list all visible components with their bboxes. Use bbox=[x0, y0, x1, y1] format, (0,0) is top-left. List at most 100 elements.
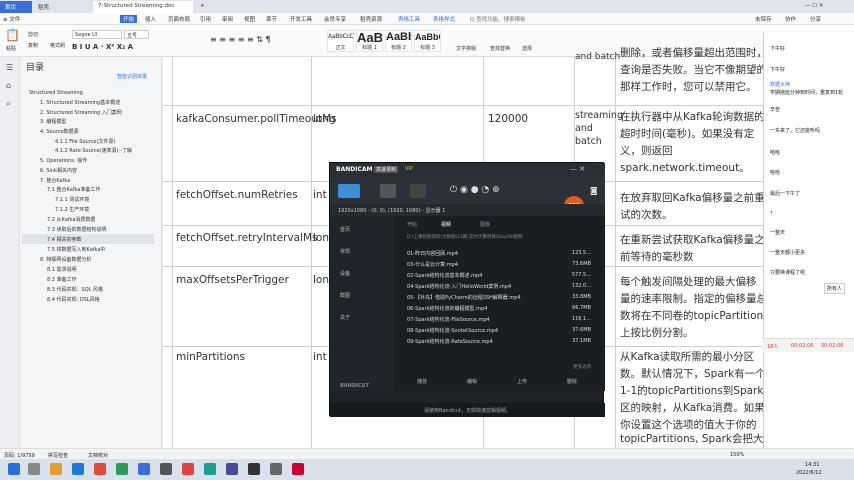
cut-button[interactable]: 剪切 bbox=[28, 31, 38, 38]
menu-table-style[interactable]: 表格样式 bbox=[433, 15, 455, 23]
app-icon[interactable] bbox=[94, 463, 106, 475]
toc-item[interactable]: 8.1 需求说明 bbox=[47, 266, 77, 273]
audio-icons[interactable]: ⏻ ◉ ● ◔ ⊕ bbox=[450, 185, 500, 195]
toc-item[interactable]: 7.1 整合Kafka准备工作 bbox=[47, 186, 100, 193]
text-layout-button[interactable]: 文字排版 bbox=[456, 45, 476, 52]
side-about[interactable]: 关于 bbox=[340, 314, 350, 321]
app-icon[interactable] bbox=[116, 463, 128, 475]
app-icon[interactable] bbox=[204, 463, 216, 475]
app-icon[interactable] bbox=[182, 463, 194, 475]
tab-document[interactable]: 7-Structured Streaming.doc bbox=[93, 1, 193, 13]
tab-image[interactable]: 图像 bbox=[480, 221, 490, 228]
window-controls[interactable]: — ☐ ✕ bbox=[800, 1, 829, 13]
tab-wps[interactable]: 稻壳 bbox=[33, 1, 91, 13]
menu-table-tools[interactable]: 表格工具 bbox=[398, 15, 420, 23]
proofread-button[interactable]: 文档校对 bbox=[88, 452, 108, 459]
bookmark-icon[interactable]: ⌂ bbox=[6, 81, 11, 90]
device-mode-icon[interactable] bbox=[410, 184, 426, 198]
audience-select[interactable]: 所有人 bbox=[824, 283, 846, 294]
side-home[interactable]: 首页 bbox=[340, 226, 350, 233]
camera-icon[interactable]: ◙ bbox=[590, 186, 598, 195]
side-general[interactable]: 常规 bbox=[340, 248, 350, 255]
menu-layout[interactable]: 页面布局 bbox=[168, 15, 190, 23]
file-row[interactable]: 07-Spark结构化流-FileSource.mp4 116.1... bbox=[407, 316, 591, 323]
toc-item[interactable]: 7.5 将数据写入到Kafka中 bbox=[47, 246, 105, 253]
toc-item[interactable]: 4.1.2 Rate Source(速率源)--了解 bbox=[55, 147, 132, 154]
toc-item[interactable]: 8. 物联网设备数据分析 bbox=[40, 256, 91, 263]
find-replace-button[interactable]: 查找替换 bbox=[490, 45, 510, 52]
size-select[interactable]: 五号 bbox=[124, 30, 149, 39]
toc-item[interactable]: 8.3 代码实现：SQL 风格 bbox=[47, 286, 103, 293]
file-row[interactable]: 05-【补充】借助PyCharm的远程SSH解释器.mp4 33.8MB bbox=[407, 294, 591, 301]
wps-icon[interactable] bbox=[138, 463, 150, 475]
search-commands[interactable]: Q 查找功能、搜索模板 bbox=[470, 15, 526, 23]
paste-button[interactable]: 粘贴 bbox=[6, 45, 16, 52]
zoom-level[interactable]: 150% bbox=[730, 452, 744, 458]
menu-docer[interactable]: 稻壳资源 bbox=[360, 15, 382, 23]
toc-item[interactable]: 4. Source数据源 bbox=[40, 128, 79, 135]
edit-button[interactable]: 编辑 bbox=[467, 378, 477, 385]
menu-view[interactable]: 视图 bbox=[244, 15, 255, 23]
play-button[interactable]: 播放 bbox=[417, 378, 427, 385]
more-options[interactable]: 更多选项 bbox=[573, 364, 591, 370]
toc-icon[interactable]: ☰ bbox=[6, 63, 13, 72]
menu-chapter[interactable]: 章节 bbox=[266, 15, 277, 23]
share-button[interactable]: 分享 bbox=[810, 15, 821, 23]
edge-icon[interactable] bbox=[72, 463, 84, 475]
bandicam-footer[interactable]: 请使用Bandicut，无损快速剪辑视频。 bbox=[330, 403, 605, 417]
select-button[interactable]: 选择 bbox=[522, 45, 532, 52]
file-row[interactable]: 08-Spark结构化流-SocketSource.mp4 37.6MB bbox=[407, 327, 591, 334]
format-painter-button[interactable]: 格式刷 bbox=[50, 42, 65, 49]
style-heading3[interactable]: AaBbC标题 3 bbox=[414, 30, 441, 52]
app-icon[interactable] bbox=[270, 463, 282, 475]
menu-insert[interactable]: 插入 bbox=[145, 15, 156, 23]
style-normal[interactable]: AaBbCcDd正文 bbox=[327, 30, 354, 52]
app-icon[interactable] bbox=[160, 463, 172, 475]
menu-devtools[interactable]: 开发工具 bbox=[290, 15, 312, 23]
file-row[interactable]: 06-Spark结构化流的编程模型.mp4 66.7MB bbox=[407, 305, 591, 312]
toc-item[interactable]: 2. Structured Streaming 入门案例 bbox=[40, 109, 122, 116]
tab-home[interactable]: 首页 bbox=[0, 1, 32, 13]
toc-item-active[interactable]: 7.4 相关的参数 bbox=[47, 236, 82, 243]
menu-member[interactable]: 会员专享 bbox=[324, 15, 346, 23]
file-row[interactable]: 03-什么是云计算.mp4 73.6MB bbox=[407, 261, 591, 268]
smart-toc-button[interactable]: 智能识别目录 bbox=[117, 73, 147, 80]
app-icon[interactable] bbox=[248, 463, 260, 475]
copy-button[interactable]: 复制 bbox=[28, 42, 38, 49]
font-select[interactable]: Segoe UI bbox=[72, 30, 122, 39]
bandicam-titlebar[interactable]: BANDICAM 高速录制 VIP — ✕ bbox=[330, 163, 605, 178]
app-icon[interactable] bbox=[226, 463, 238, 475]
find-icon[interactable]: ⌕ bbox=[6, 99, 10, 109]
style-heading2[interactable]: AaBb标题 2 bbox=[385, 30, 412, 52]
toc-item[interactable]: 7.3 读取后的数据结构说明 bbox=[47, 226, 107, 233]
menu-home[interactable]: 开始 bbox=[120, 15, 138, 23]
window-controls[interactable]: — ✕ bbox=[570, 165, 585, 173]
menu-file[interactable]: ≡ 文件 bbox=[3, 15, 20, 23]
new-tab-button[interactable]: + bbox=[195, 1, 207, 13]
spellcheck-button[interactable]: 拼写检查 bbox=[48, 452, 68, 459]
toc-item[interactable]: 3. 编程模型 bbox=[40, 118, 66, 125]
toc-item[interactable]: 8.4 代码实现: DSL风格 bbox=[47, 296, 100, 303]
toc-item[interactable]: 5. Operations: 操作 bbox=[40, 157, 87, 164]
delete-button[interactable]: 删除 bbox=[567, 378, 577, 385]
file-row[interactable]: 09-Spark结构化流-RateSource.mp4 37.1MB bbox=[407, 338, 591, 345]
upload-button[interactable]: 上传 bbox=[517, 378, 527, 385]
toc-item[interactable]: Structured Streaming bbox=[29, 90, 83, 96]
toc-item[interactable]: 1. Structured Streaming基本概述 bbox=[40, 99, 120, 106]
start-icon[interactable] bbox=[8, 463, 20, 475]
tab-video[interactable]: 视频 bbox=[441, 221, 451, 228]
tab-start[interactable]: 开始 bbox=[407, 221, 417, 228]
menu-review[interactable]: 审阅 bbox=[222, 15, 233, 23]
bandicam-taskbar-icon[interactable] bbox=[292, 463, 304, 475]
file-explorer-icon[interactable] bbox=[50, 463, 62, 475]
file-row[interactable]: 02-Spark结构化流基本概述.mp4 577.5... bbox=[407, 272, 591, 279]
side-screenshot[interactable]: 截图 bbox=[340, 292, 350, 299]
file-row[interactable]: 01-昨日内容回顾.mp4 123.5... bbox=[407, 250, 591, 257]
search-icon[interactable] bbox=[28, 463, 40, 475]
toc-item[interactable]: 7.2 从Kafka消费数据 bbox=[47, 216, 95, 223]
style-heading1[interactable]: AaB 标题 1 bbox=[356, 30, 383, 52]
toc-item[interactable]: 7. 整合Kafka bbox=[40, 177, 70, 184]
toc-item[interactable]: 7.1.2 生产环境 bbox=[55, 206, 89, 213]
toc-item[interactable]: 8.2 准备工作 bbox=[47, 276, 77, 283]
paste-icon[interactable]: 📋 bbox=[5, 28, 20, 42]
